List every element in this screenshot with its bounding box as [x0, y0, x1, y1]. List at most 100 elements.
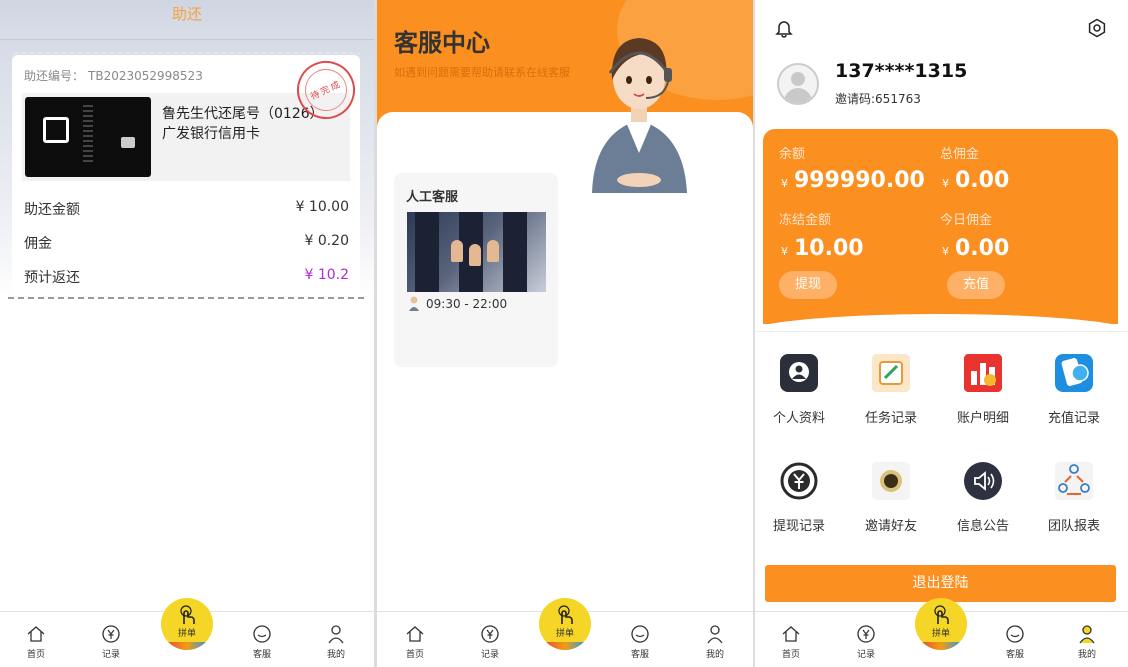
image-hand — [487, 240, 499, 262]
balance-card: 余额 ¥999990.00 总佣金 ¥0.00 冻结金额 ¥10.00 今日佣金… — [755, 129, 1128, 354]
detail-label: 佣金 — [24, 236, 52, 252]
tab-mine[interactable]: 我的 — [1067, 624, 1107, 660]
user-icon — [1079, 625, 1095, 644]
tab-label: 我的 — [705, 650, 724, 660]
menu-invite-friends[interactable]: 邀请好友 — [851, 461, 931, 534]
repayment-detail-screen: 助还 助还编号： TB2023052998523 鲁先生代还尾号（0126） 广发… — [0, 0, 374, 667]
total-commission-amount: 0.00 — [955, 168, 1010, 193]
card-number-strip — [83, 105, 93, 165]
home-icon — [406, 626, 424, 642]
tab-records[interactable]: 记录 — [846, 624, 886, 660]
chat-icon — [253, 625, 271, 643]
detail-label: 预计返还 — [24, 270, 80, 286]
human-service-card[interactable]: 人工客服 09:30 - 22:00 — [394, 173, 558, 367]
invite-friends-icon — [872, 462, 910, 500]
ticket-number-label: 助还编号： — [24, 69, 85, 83]
tab-group-order[interactable]: 拼单 — [161, 598, 213, 650]
detail-value: ¥ 10.2 — [304, 267, 349, 283]
account-detail-icon — [964, 354, 1002, 392]
balance-amount: 999990.00 — [794, 168, 925, 193]
tab-service[interactable]: 客服 — [995, 624, 1035, 660]
tap-hand-icon — [558, 605, 573, 624]
menu-task-record[interactable]: 任务记录 — [851, 353, 931, 426]
card-owner-tail: 鲁先生代还尾号（0126） — [162, 106, 324, 122]
detail-value: ¥ 10.00 — [295, 199, 349, 215]
card-title: 人工客服 — [406, 190, 459, 205]
total-commission-value: ¥0.00 — [942, 168, 1009, 193]
detail-row-amount: 助还金额 ¥ 10.00 — [24, 199, 349, 219]
user-icon — [328, 625, 344, 644]
menu-label: 邀请好友 — [864, 519, 917, 534]
today-commission-label: 今日佣金 — [940, 213, 993, 228]
tab-label: 拼单 — [177, 629, 196, 639]
task-record-icon — [872, 354, 910, 392]
logout-button[interactable]: 退出登陆 — [765, 565, 1116, 602]
tap-hand-icon — [934, 605, 949, 624]
tab-mine[interactable]: 我的 — [316, 624, 356, 660]
customer-service-screen: 客服中心 如遇到问题需要帮助请联系在线客服 人工客服 09:30 - 22:00… — [377, 0, 753, 667]
balance-value: ¥999990.00 — [781, 168, 925, 193]
today-commission-amount: 0.00 — [955, 236, 1010, 261]
credit-card-row[interactable]: 鲁先生代还尾号（0126） 广发银行信用卡 — [22, 93, 350, 181]
menu-account-detail[interactable]: 账户明细 — [943, 353, 1023, 426]
tab-mine[interactable]: 我的 — [695, 624, 735, 660]
image-hand — [451, 240, 463, 262]
tab-home[interactable]: 首页 — [771, 624, 811, 660]
tab-label: 拼单 — [931, 629, 950, 639]
tab-home[interactable]: 首页 — [16, 624, 56, 660]
repayment-ticket: 助还编号： TB2023052998523 鲁先生代还尾号（0126） 广发银行信… — [12, 51, 365, 298]
dashed-divider — [8, 297, 364, 299]
currency-symbol: ¥ — [781, 245, 788, 258]
bell-icon[interactable] — [774, 18, 794, 38]
tab-label: 记录 — [856, 650, 875, 660]
tab-records[interactable]: 记录 — [91, 624, 131, 660]
avatar-head — [791, 72, 805, 86]
tab-service[interactable]: 客服 — [242, 624, 282, 660]
credit-card-image — [25, 97, 151, 177]
chat-icon — [631, 625, 649, 643]
agent-small-icon — [409, 296, 419, 311]
image-figure — [503, 212, 527, 292]
tab-label: 记录 — [101, 650, 120, 660]
announcement-icon — [964, 462, 1002, 500]
withdraw-button[interactable]: 提现 — [779, 271, 837, 299]
team-report-icon — [1055, 462, 1093, 500]
withdraw-record-icon — [780, 462, 818, 500]
tab-label: 首页 — [26, 650, 45, 660]
card-chip-icon — [121, 137, 135, 148]
service-hours-text: 09:30 - 22:00 — [426, 297, 508, 311]
ticket-number-value: TB2023052998523 — [88, 69, 203, 83]
menu-withdraw-record[interactable]: 提现记录 — [759, 461, 839, 534]
thumbs-up-team-image — [407, 212, 546, 292]
tab-label: 客服 — [630, 650, 649, 660]
tab-group-order[interactable]: 拼单 — [539, 598, 591, 650]
tab-service[interactable]: 客服 — [620, 624, 660, 660]
page-subtitle: 如遇到问题需要帮助请联系在线客服 — [394, 66, 570, 79]
recharge-button[interactable]: 充值 — [947, 271, 1005, 299]
my-account-screen: 137****1315 邀请码:651763 余额 ¥999990.00 总佣金… — [755, 0, 1128, 667]
menu-announcement[interactable]: 信息公告 — [943, 461, 1023, 534]
invite-code: 邀请码:651763 — [835, 92, 921, 106]
tab-label: 拼单 — [555, 629, 574, 639]
tap-hand-icon — [180, 605, 195, 624]
profile-icon — [780, 354, 818, 392]
currency-symbol: ¥ — [942, 245, 949, 258]
page-header: 助还 — [0, 0, 374, 40]
menu-profile[interactable]: 个人资料 — [759, 353, 839, 426]
detail-label: 助还金额 — [24, 202, 80, 218]
menu-team-report[interactable]: 团队报表 — [1034, 461, 1114, 534]
frozen-amount-value: ¥10.00 — [781, 236, 864, 261]
menu-label: 充值记录 — [1047, 411, 1100, 426]
tab-group-order[interactable]: 拼单 — [915, 598, 967, 650]
bank-logo-icon — [43, 117, 69, 143]
settings-gear-icon[interactable] — [1087, 18, 1107, 38]
service-hours: 09:30 - 22:00 — [408, 295, 507, 311]
avatar[interactable] — [777, 63, 819, 105]
tab-label: 记录 — [480, 650, 499, 660]
menu-recharge-record[interactable]: 充值记录 — [1034, 353, 1114, 426]
screen: 助还 助还编号： TB2023052998523 鲁先生代还尾号（0126） 广发… — [0, 0, 1128, 667]
ticket-number: 助还编号： TB2023052998523 — [24, 67, 203, 84]
tab-records[interactable]: 记录 — [470, 624, 510, 660]
menu-label: 账户明细 — [956, 411, 1009, 426]
tab-home[interactable]: 首页 — [395, 624, 435, 660]
